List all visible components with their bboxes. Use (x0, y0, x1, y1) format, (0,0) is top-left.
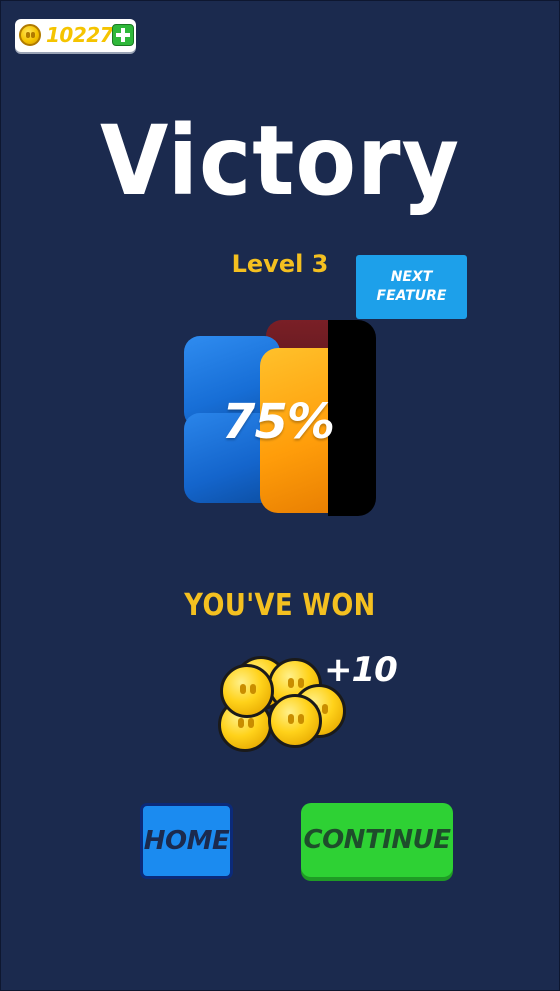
home-button[interactable]: HOME (140, 803, 233, 879)
reward-heading: YOU'VE WON (184, 588, 376, 623)
coin-icon (19, 24, 41, 46)
coin-icon (268, 694, 322, 748)
coin-icon (220, 664, 274, 718)
coin-balance: 10227 (46, 23, 114, 47)
progress-percent: 75% (222, 394, 335, 450)
coin-counter: 10227 (15, 19, 136, 52)
level-label: Level 3 (231, 250, 329, 278)
next-feature-button[interactable]: NEXT FEATURE (356, 255, 467, 319)
continue-button[interactable]: CONTINUE (301, 803, 453, 877)
reward-amount: +10 (324, 650, 398, 690)
feature-progress-art: 75% (178, 318, 378, 518)
add-coins-button[interactable] (112, 24, 134, 46)
victory-title: Victory (100, 105, 460, 217)
